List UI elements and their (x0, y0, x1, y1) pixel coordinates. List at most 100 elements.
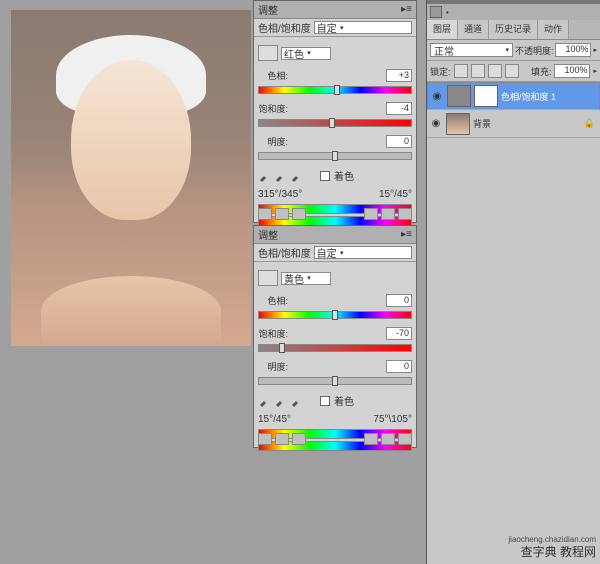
slider-thumb[interactable] (332, 151, 338, 161)
blend-mode-select[interactable]: 正常 ▾ (430, 43, 513, 57)
lock-position-icon[interactable] (488, 64, 502, 78)
lock-icon: 🔒 (584, 118, 595, 129)
opacity-input[interactable]: 100% (555, 43, 591, 57)
targeted-adjust-icon[interactable] (258, 45, 278, 61)
chevron-down-icon: ▾ (337, 24, 347, 32)
slider-thumb[interactable] (332, 376, 338, 386)
slider-thumb[interactable] (332, 310, 338, 320)
eyedropper-icon[interactable] (258, 395, 270, 407)
colorize-checkbox[interactable] (320, 171, 330, 181)
tab-actions[interactable]: 动作 (538, 20, 569, 39)
footer-button[interactable] (275, 208, 289, 220)
hue-input[interactable]: +3 (386, 69, 412, 82)
color-range-select[interactable]: 黄色 ▾ (281, 272, 331, 285)
eyedropper-row: 着色 (254, 393, 416, 408)
footer-button[interactable] (275, 433, 289, 445)
color-range-row: 红色 ▾ (254, 43, 416, 63)
lock-all-icon[interactable] (505, 64, 519, 78)
chevron-down-icon: ▾ (505, 46, 509, 54)
mask-thumb[interactable] (474, 85, 498, 107)
brush-icon[interactable] (430, 6, 442, 18)
chevron-down-icon: ▾ (304, 49, 314, 57)
fill-label: 填充: (531, 65, 552, 78)
adjustment-thumb[interactable] (447, 85, 471, 107)
layer-row[interactable]: ◉ 背景 🔒 (427, 110, 600, 138)
saturation-row: 饱和度: -70 (254, 325, 416, 342)
lightness-row: 明度: 0 (254, 358, 416, 375)
tab-layers[interactable]: 图层 (427, 20, 458, 39)
eyedropper-subtract-icon[interactable] (290, 170, 302, 182)
eyedropper-subtract-icon[interactable] (290, 395, 302, 407)
footer-button[interactable] (364, 433, 378, 445)
saturation-input[interactable]: -70 (386, 327, 412, 340)
saturation-row: 饱和度: -4 (254, 100, 416, 117)
footer-button[interactable] (258, 433, 272, 445)
eyedropper-add-icon[interactable] (274, 170, 286, 182)
canvas[interactable] (11, 10, 251, 346)
visibility-icon[interactable]: ◉ (429, 117, 443, 131)
saturation-slider-row (254, 342, 416, 354)
colorize-checkbox[interactable] (320, 396, 330, 406)
tab-channels[interactable]: 通道 (458, 20, 489, 39)
footer-button[interactable] (292, 433, 306, 445)
lightness-slider-row (254, 375, 416, 387)
adjustments-panel-1: 调整 ▸≡ 色相/饱和度 自定 ▾ 红色 ▾ 色相: +3 饱和度: -4 (253, 0, 417, 223)
layer-thumb[interactable] (446, 113, 470, 135)
lightness-slider[interactable] (258, 152, 412, 160)
lightness-input[interactable]: 0 (386, 135, 412, 148)
hue-slider[interactable] (258, 86, 412, 94)
layer-row[interactable]: ◉ 色相/饱和度 1 (427, 82, 600, 110)
eyedropper-icon[interactable] (258, 170, 270, 182)
panel-header[interactable]: 调整 ▸≡ (254, 1, 416, 19)
tab-history[interactable]: 历史记录 (489, 20, 538, 39)
slider-thumb[interactable] (329, 118, 335, 128)
panel-menu-icon[interactable]: ▸≡ (401, 229, 412, 240)
panel-menu-icon[interactable]: ▸≡ (401, 4, 412, 15)
preset-value: 自定 (317, 245, 337, 260)
trash-icon[interactable] (398, 208, 412, 220)
image-region (71, 60, 191, 220)
lock-transparency-icon[interactable] (454, 64, 468, 78)
adjustment-type-label: 色相/饱和度 (258, 20, 311, 35)
hue-row: 色相: 0 (254, 292, 416, 309)
hue-input[interactable]: 0 (386, 294, 412, 307)
panel-title: 调整 (258, 2, 278, 17)
lightness-label: 明度: (258, 360, 288, 373)
slider-thumb[interactable] (334, 85, 340, 95)
saturation-slider[interactable] (258, 344, 412, 352)
footer-button[interactable] (292, 208, 306, 220)
color-range-value: 红色 (284, 46, 304, 61)
footer-button[interactable] (381, 208, 395, 220)
lock-pixels-icon[interactable] (471, 64, 485, 78)
eyedropper-add-icon[interactable] (274, 395, 286, 407)
panel-footer (258, 433, 412, 445)
saturation-input[interactable]: -4 (386, 102, 412, 115)
footer-button[interactable] (258, 208, 272, 220)
chevron-down-icon: ▾ (304, 274, 314, 282)
adjustment-type-row: 色相/饱和度 自定 ▾ (254, 244, 416, 262)
panel-title: 调整 (258, 227, 278, 242)
footer-button[interactable] (381, 433, 395, 445)
lightness-slider[interactable] (258, 377, 412, 385)
chevron-right-icon[interactable]: ▸ (593, 67, 597, 75)
visibility-icon[interactable]: ◉ (430, 89, 444, 103)
panel-header[interactable]: 调整 ▸≡ (254, 226, 416, 244)
color-range-select[interactable]: 红色 ▾ (281, 47, 331, 60)
colorize-label: 着色 (334, 393, 354, 408)
panel-footer (258, 208, 412, 220)
hue-slider[interactable] (258, 311, 412, 319)
saturation-label: 饱和度: (258, 102, 288, 115)
preset-select[interactable]: 自定 ▾ (314, 21, 412, 34)
fill-input[interactable]: 100% (554, 64, 590, 78)
footer-button[interactable] (364, 208, 378, 220)
preset-select[interactable]: 自定 ▾ (314, 246, 412, 259)
targeted-adjust-icon[interactable] (258, 270, 278, 286)
blend-mode-row: 正常 ▾ 不透明度: 100% ▸ (427, 40, 600, 61)
chevron-right-icon[interactable]: ▸ (593, 46, 597, 54)
panel-tabs: 图层 通道 历史记录 动作 (427, 20, 600, 40)
saturation-slider[interactable] (258, 119, 412, 127)
slider-thumb[interactable] (279, 343, 285, 353)
hue-slider-row (254, 84, 416, 96)
trash-icon[interactable] (398, 433, 412, 445)
lightness-input[interactable]: 0 (386, 360, 412, 373)
